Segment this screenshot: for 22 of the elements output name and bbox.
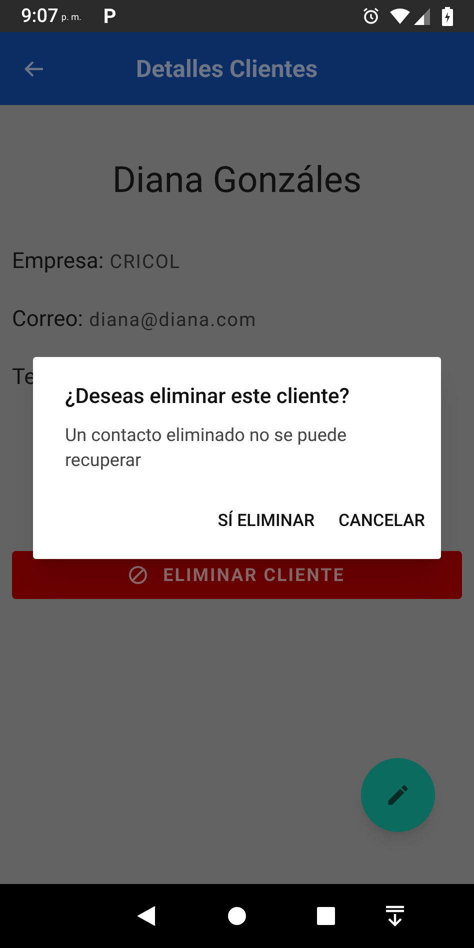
back-triangle-icon[interactable] [136, 905, 156, 927]
dialog-action-button[interactable]: SÍ ELIMINAR [210, 503, 323, 540]
app-bar-title: Detalles Clientes [136, 54, 318, 84]
collapse-down-icon[interactable] [384, 905, 406, 927]
field-label: Empresa: [12, 248, 104, 276]
field-value: diana@diana.com [89, 307, 257, 333]
status-time: 9:07 [21, 2, 58, 29]
recents-square-icon[interactable] [316, 906, 336, 926]
status-ampm: p. m. [61, 12, 82, 26]
dialog-message: Un contacto eliminado no se puede recuperar [65, 424, 348, 473]
alarm-icon [362, 7, 380, 25]
field-label: Correo: [12, 306, 84, 334]
client-name: Diana Gonzáles [112, 158, 362, 203]
signal-icon [414, 8, 430, 24]
battery-charging-icon [442, 6, 453, 26]
dialog-action-button[interactable]: CANCELAR [330, 503, 433, 540]
prohibited-icon [129, 566, 148, 584]
field-value: CRICOL [110, 249, 181, 275]
dialog-title: ¿Deseas eliminar este cliente? [65, 384, 350, 411]
wifi-icon [390, 8, 410, 24]
notification-letter: P [103, 3, 116, 30]
home-circle-icon[interactable] [227, 906, 247, 926]
